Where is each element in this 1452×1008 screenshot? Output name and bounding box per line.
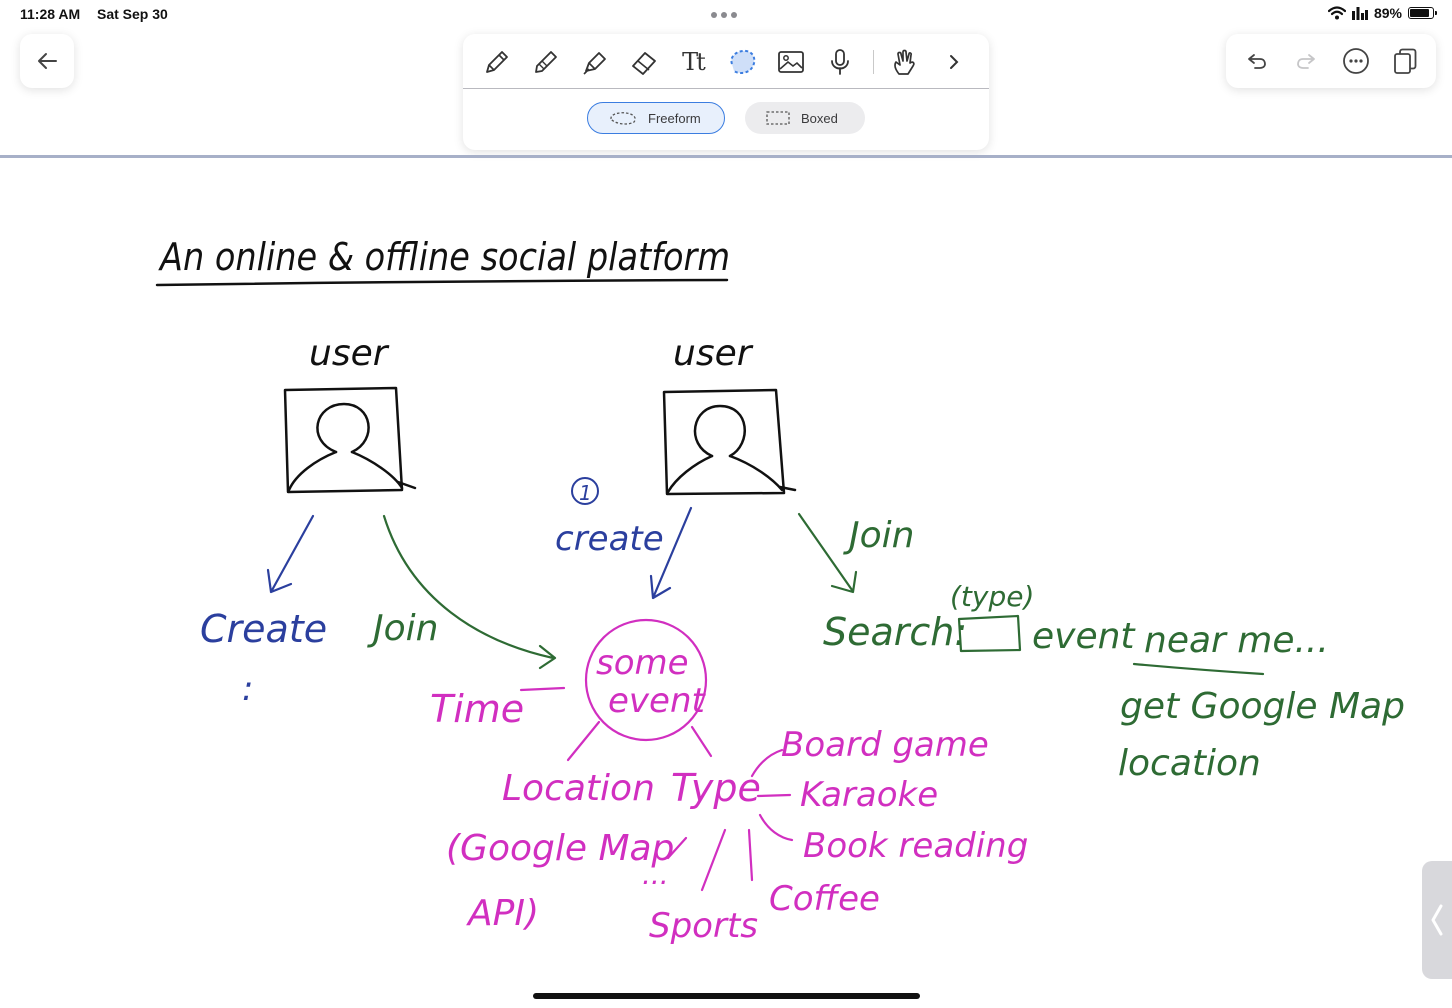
- sports-label: Sports: [649, 906, 758, 946]
- more-tools-button[interactable]: [936, 44, 972, 80]
- event-label-event: event: [608, 681, 707, 721]
- boxed-lasso-button[interactable]: Boxed: [745, 102, 865, 134]
- text-tool[interactable]: Tt: [675, 44, 711, 80]
- redo-icon: [1297, 54, 1316, 69]
- note-title: An online & offline social platform: [157, 235, 730, 279]
- eraser-icon: [632, 52, 656, 75]
- create-continuation-dots: :: [242, 669, 253, 709]
- undo-icon: [1247, 54, 1266, 69]
- status-time: 11:28 AM: [20, 6, 81, 22]
- undo-button[interactable]: [1239, 43, 1275, 79]
- join-label-right: Join: [843, 515, 914, 556]
- type-connector: [690, 725, 713, 758]
- search-event-label: event: [1032, 616, 1136, 657]
- karaoke-label: Karaoke: [800, 775, 938, 815]
- battery-level-fill: [1410, 9, 1429, 17]
- eraser-tool[interactable]: [626, 44, 662, 80]
- battery-icon: [1408, 7, 1437, 19]
- create-arrow-left: [266, 514, 315, 594]
- get-google-map-label: get Google Map: [1120, 686, 1405, 727]
- image-tool[interactable]: [773, 44, 809, 80]
- time-label: Time: [430, 687, 524, 731]
- lasso-icon: [730, 49, 756, 75]
- chevron-left-icon: [1431, 904, 1443, 936]
- time-connector: [519, 686, 566, 692]
- location-label: Location: [502, 768, 655, 809]
- location-connector: [566, 720, 601, 762]
- gesture-hand-icon: [894, 49, 915, 75]
- type-hint-label: (type): [950, 580, 1034, 613]
- karaoke-connector: [756, 793, 792, 798]
- book-reading-label: Book reading: [803, 826, 1028, 866]
- coffee-connector: [747, 828, 754, 882]
- pages-button[interactable]: [1387, 43, 1423, 79]
- user-label-left: user: [309, 333, 390, 374]
- gesture-tool[interactable]: [887, 44, 923, 80]
- freeform-label: Freeform: [648, 110, 701, 126]
- pen-icon: [486, 51, 508, 73]
- redo-button[interactable]: [1288, 43, 1324, 79]
- user-label-right: user: [673, 333, 754, 374]
- highlighter-icon: [583, 52, 606, 75]
- google-map-api-line1: (Google Map: [446, 828, 674, 869]
- home-indicator[interactable]: [533, 993, 920, 999]
- chevron-right-icon: [950, 55, 959, 69]
- status-bar: 11:28 AM Sat Sep 30 89%: [0, 0, 1452, 30]
- join-arrow-right: [797, 512, 858, 594]
- highlighter-tool[interactable]: [577, 44, 613, 80]
- user-avatar-left: [283, 386, 417, 494]
- battery-percent: 89%: [1373, 5, 1402, 21]
- near-me-underline: [1132, 662, 1265, 676]
- near-me-label: near me...: [1144, 620, 1329, 661]
- title-underline: [155, 278, 729, 287]
- sports-connector: [700, 828, 727, 892]
- search-label: Search:: [823, 610, 967, 654]
- document-actions: [1226, 34, 1436, 88]
- google-map-api-line2: API): [466, 893, 539, 934]
- book-reading-connector: [758, 813, 794, 842]
- pencil-tool[interactable]: [528, 44, 564, 80]
- search-input-box: [957, 614, 1022, 653]
- location-lower-label: location: [1118, 743, 1261, 784]
- more-icon: [1342, 48, 1369, 74]
- coffee-label: Coffee: [769, 879, 880, 919]
- lasso-mode-selector: Freeform Boxed: [587, 102, 865, 134]
- back-button[interactable]: [20, 34, 74, 88]
- side-panel-tab[interactable]: [1422, 861, 1452, 979]
- microphone-icon: [831, 49, 849, 75]
- join-label-left: Join: [367, 608, 438, 649]
- boxed-label: Boxed: [801, 110, 838, 126]
- create-label-small: create: [555, 519, 664, 559]
- board-game-label: Board game: [781, 725, 989, 765]
- freeform-lasso-button[interactable]: Freeform: [587, 102, 725, 134]
- arrow-left-icon: [38, 53, 57, 69]
- boxed-lasso-icon: [766, 111, 790, 125]
- tool-row: Tt: [479, 44, 985, 80]
- pages-icon: [1394, 48, 1417, 74]
- multitask-menu-icon[interactable]: [711, 12, 741, 18]
- status-date: Sat Sep 30: [97, 6, 168, 22]
- toolbar-separator: [873, 50, 874, 74]
- lasso-tool[interactable]: [724, 44, 760, 80]
- pen-tool[interactable]: [479, 44, 515, 80]
- more-options-button[interactable]: [1338, 43, 1374, 79]
- note-canvas[interactable]: An online & offline social platform user…: [0, 158, 1452, 993]
- ellipsis-label: ...: [642, 858, 669, 891]
- freeform-lasso-icon: [610, 112, 636, 125]
- status-indicators: 89%: [1327, 5, 1437, 21]
- step-marker-number: 1: [579, 481, 592, 505]
- drawing-toolbar: Tt Freeform Boxed: [463, 34, 989, 150]
- signal-icon: [1351, 6, 1368, 20]
- type-label: Type: [671, 766, 761, 810]
- create-label: Create: [200, 607, 327, 651]
- user-avatar-right: [662, 388, 797, 496]
- toolbar-divider: [463, 88, 989, 89]
- text-icon: Tt: [682, 48, 706, 76]
- pencil-icon: [535, 51, 557, 73]
- microphone-tool[interactable]: [822, 44, 858, 80]
- image-icon: [778, 51, 804, 73]
- event-label-some: some: [596, 643, 689, 683]
- wifi-icon: [1327, 6, 1346, 20]
